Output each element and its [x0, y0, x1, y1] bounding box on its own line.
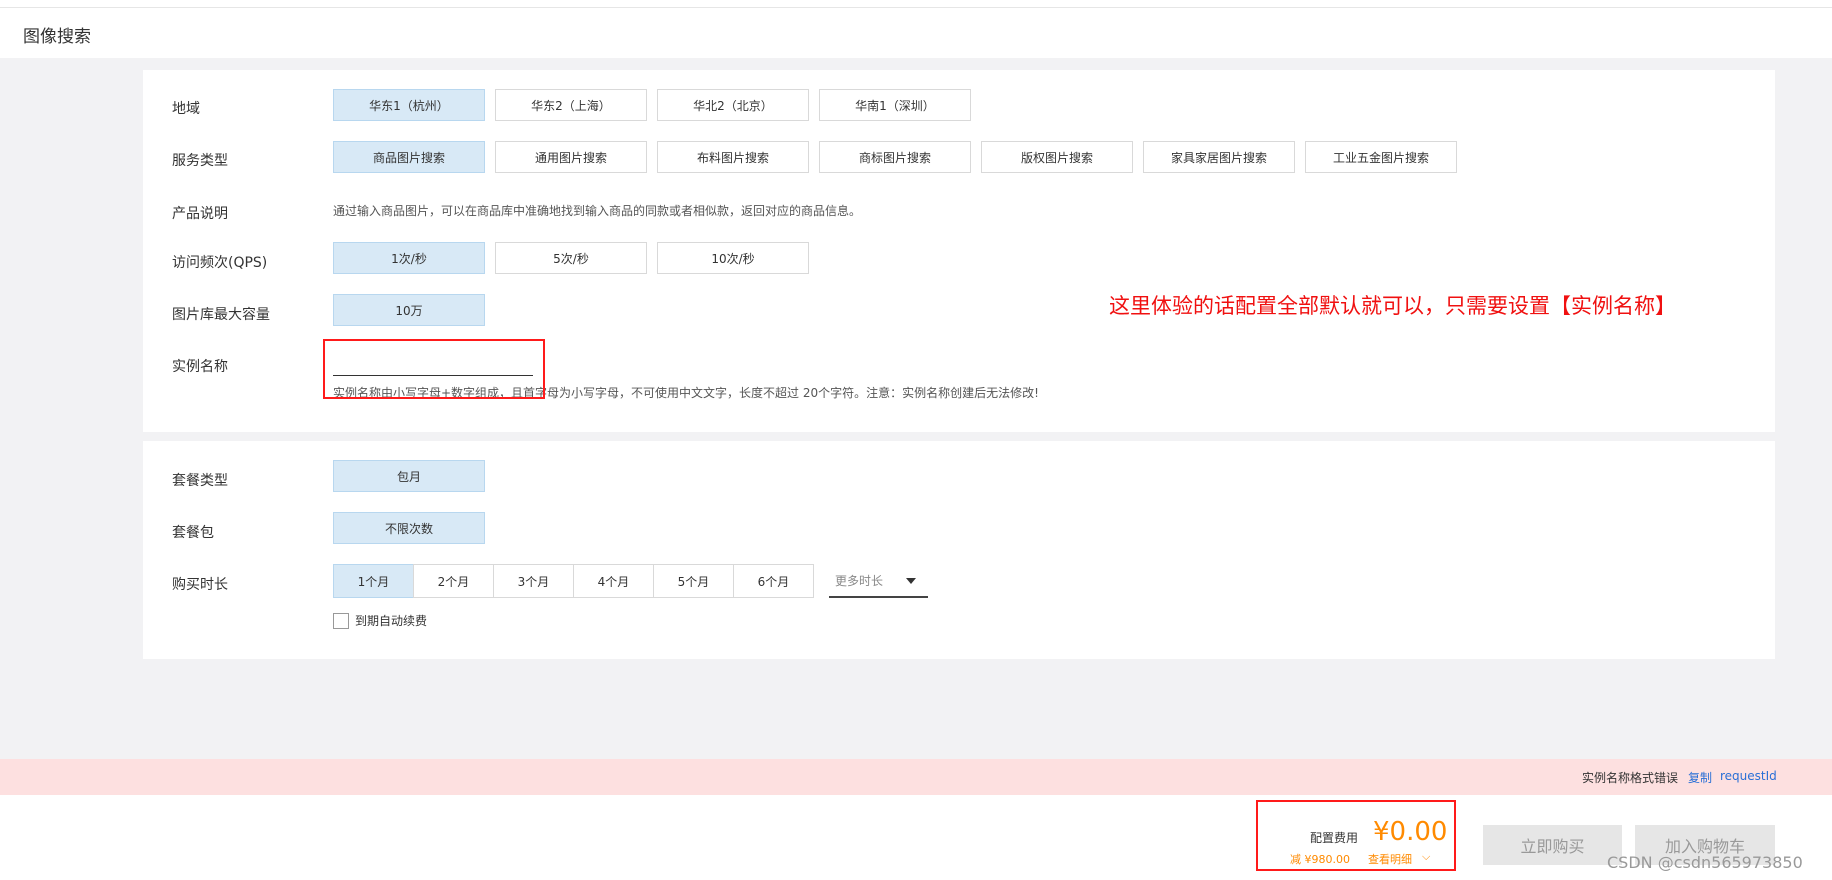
product-description: 通过输入商品图片，可以在商品库中准确地找到输入商品的同款或者相似款，返回对应的商…: [333, 204, 862, 218]
service-option-hardware[interactable]: 工业五金图片搜索: [1305, 141, 1457, 173]
region-option-hangzhou[interactable]: 华东1（杭州）: [333, 89, 485, 121]
service-option-general[interactable]: 通用图片搜索: [495, 141, 647, 173]
chevron-down-icon: [906, 578, 916, 584]
duration-option-1[interactable]: 1个月: [333, 564, 414, 598]
package-type-label: 套餐类型: [172, 473, 228, 489]
request-id-link[interactable]: requestId: [1720, 769, 1777, 783]
instance-name-label: 实例名称: [172, 359, 228, 375]
more-duration-dropdown[interactable]: 更多时长: [829, 564, 928, 598]
service-option-product[interactable]: 商品图片搜索: [333, 141, 485, 173]
qps-label: 访问频次(QPS): [172, 255, 268, 271]
qps-option-5[interactable]: 5次/秒: [495, 242, 647, 274]
service-label: 服务类型: [172, 153, 228, 169]
fee-highlight-box: [1256, 800, 1456, 871]
package-label: 套餐包: [172, 525, 214, 541]
package-type-option-monthly[interactable]: 包月: [333, 460, 485, 492]
service-option-furniture[interactable]: 家具家居图片搜索: [1143, 141, 1295, 173]
annotation-text: 这里体验的话配置全部默认就可以，只需要设置【实例名称】: [1109, 294, 1676, 318]
duration-option-3[interactable]: 3个月: [493, 564, 574, 598]
duration-label: 购买时长: [172, 577, 228, 593]
product-label: 产品说明: [172, 206, 228, 222]
top-border: [0, 0, 1832, 8]
package-option-unlimited[interactable]: 不限次数: [333, 512, 485, 544]
buy-now-button[interactable]: 立即购买: [1483, 825, 1622, 865]
duration-option-6[interactable]: 6个月: [733, 564, 814, 598]
region-label: 地域: [172, 101, 200, 117]
capacity-option-100k[interactable]: 10万: [333, 294, 485, 326]
error-message: 实例名称格式错误: [1582, 771, 1679, 785]
order-footer: 配置费用 ¥0.00 减 ¥980.00 查看明细 ⌵ 立即购买 加入购物车: [0, 795, 1832, 880]
duration-option-2[interactable]: 2个月: [413, 564, 494, 598]
auto-renew-checkbox[interactable]: [333, 612, 349, 629]
page-header: 图像搜索: [0, 8, 1832, 58]
capacity-label: 图片库最大容量: [172, 307, 270, 323]
auto-renew-label: 到期自动续费: [355, 614, 428, 628]
service-option-fabric[interactable]: 布料图片搜索: [657, 141, 809, 173]
region-option-beijing[interactable]: 华北2（北京）: [657, 89, 809, 121]
watermark: CSDN @csdn565973850: [1607, 853, 1803, 872]
duration-selector: 1个月 2个月 3个月 4个月 5个月 6个月: [333, 564, 814, 598]
instance-name-highlight-box: [323, 339, 545, 399]
qps-option-1[interactable]: 1次/秒: [333, 242, 485, 274]
region-option-shanghai[interactable]: 华东2（上海）: [495, 89, 647, 121]
service-option-copyright[interactable]: 版权图片搜索: [981, 141, 1133, 173]
qps-option-10[interactable]: 10次/秒: [657, 242, 809, 274]
duration-option-5[interactable]: 5个月: [653, 564, 734, 598]
service-option-trademark[interactable]: 商标图片搜索: [819, 141, 971, 173]
auto-renew-option[interactable]: 到期自动续费: [333, 612, 427, 629]
region-option-shenzhen[interactable]: 华南1（深圳）: [819, 89, 971, 121]
page-title: 图像搜索: [23, 27, 91, 47]
copy-link[interactable]: 复制: [1688, 769, 1712, 786]
more-duration-label: 更多时长: [835, 573, 884, 588]
error-bar: 实例名称格式错误 复制 requestId: [0, 759, 1832, 795]
duration-option-4[interactable]: 4个月: [573, 564, 654, 598]
